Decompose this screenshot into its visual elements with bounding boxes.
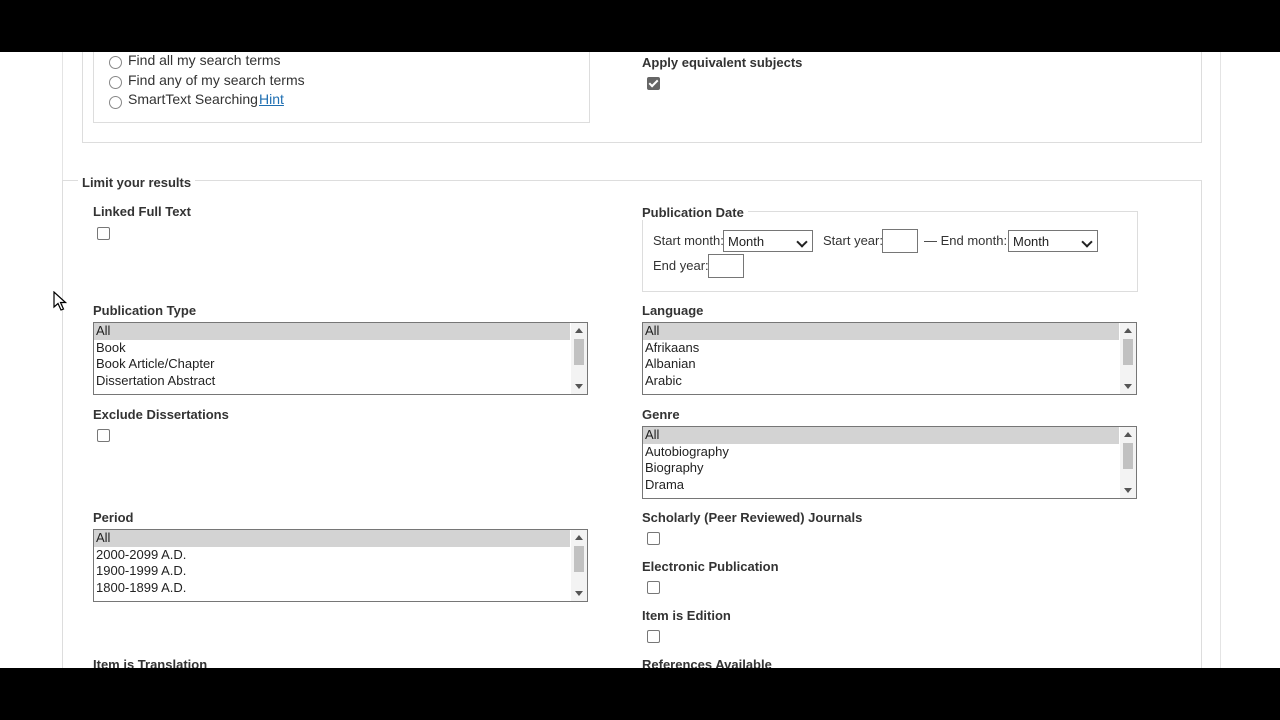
apply-equivalent-checkbox[interactable] [647, 77, 660, 90]
list-option[interactable]: All [94, 530, 570, 547]
genre-listbox[interactable]: All Autobiography Biography Drama [642, 426, 1137, 499]
scroll-thumb[interactable] [1123, 443, 1133, 469]
language-label: Language [642, 303, 704, 318]
item-is-edition-label: Item is Edition [642, 608, 731, 623]
scroll-up-icon[interactable] [1124, 432, 1132, 437]
language-listbox[interactable]: All Afrikaans Albanian Arabic [642, 322, 1137, 395]
scholarly-label: Scholarly (Peer Reviewed) Journals [642, 510, 863, 525]
find-any-label: Find any of my search terms [128, 72, 305, 88]
list-option[interactable]: Arabic [643, 373, 1136, 390]
chevron-down-icon [796, 236, 808, 248]
list-option[interactable]: Biography [643, 460, 1136, 477]
exclude-dissertations-label: Exclude Dissertations [93, 407, 229, 422]
chevron-down-icon [1081, 236, 1093, 248]
linked-full-text-label: Linked Full Text [93, 204, 191, 219]
apply-equivalent-label: Apply equivalent subjects [642, 55, 803, 70]
end-year-label: End year: [653, 258, 709, 273]
list-option[interactable]: 2000-2099 A.D. [94, 547, 587, 564]
list-option[interactable]: Book [94, 340, 587, 357]
scroll-down-icon[interactable] [1124, 488, 1132, 493]
end-year-input[interactable] [708, 254, 744, 278]
end-month-value: Month [1013, 234, 1050, 249]
list-option[interactable]: All [643, 427, 1119, 444]
search-form-page: Find all my search terms Find any of my … [0, 52, 1280, 668]
period-label: Period [93, 510, 134, 525]
list-option[interactable]: All [643, 323, 1119, 340]
list-option[interactable]: 1900-1999 A.D. [94, 563, 587, 580]
item-is-translation-label: Item is Translation [93, 657, 208, 668]
start-year-label: Start year: [823, 233, 883, 248]
list-option[interactable]: Albanian [643, 356, 1136, 373]
list-option[interactable]: All [94, 323, 570, 340]
limits-legend: Limit your results [78, 175, 196, 190]
references-available-label: References Available [642, 657, 772, 668]
end-month-select[interactable]: Month [1008, 230, 1098, 252]
list-option[interactable]: Book Article/Chapter [94, 356, 587, 373]
start-year-input[interactable] [882, 229, 918, 253]
start-month-label: Start month: [653, 233, 724, 248]
scroll-up-icon[interactable] [575, 328, 583, 333]
content-border-right [1220, 52, 1221, 668]
mouse-pointer-icon [53, 291, 67, 311]
end-month-label: — End month: [924, 233, 1008, 248]
list-option[interactable]: Autobiography [643, 444, 1136, 461]
list-option[interactable]: Dissertation Abstract [94, 373, 587, 390]
hint-link[interactable]: Hint [259, 91, 284, 107]
linked-full-text-checkbox[interactable] [97, 227, 110, 240]
genre-label: Genre [642, 407, 680, 422]
scroll-down-icon[interactable] [575, 591, 583, 596]
electronic-publication-label: Electronic Publication [642, 559, 779, 574]
scroll-down-icon[interactable] [1124, 384, 1132, 389]
start-month-value: Month [728, 234, 765, 249]
listbox-scrollbar[interactable] [571, 323, 587, 394]
scholarly-checkbox[interactable] [647, 532, 660, 545]
scroll-thumb[interactable] [574, 339, 584, 365]
start-month-select[interactable]: Month [723, 230, 813, 252]
electronic-publication-checkbox[interactable] [647, 581, 660, 594]
publication-type-listbox[interactable]: All Book Book Article/Chapter Dissertati… [93, 322, 588, 395]
find-any-radio[interactable] [109, 76, 122, 89]
list-option[interactable]: 1800-1899 A.D. [94, 580, 587, 597]
publication-type-label: Publication Type [93, 303, 197, 318]
listbox-scrollbar[interactable] [1120, 427, 1136, 498]
scroll-up-icon[interactable] [575, 535, 583, 540]
scroll-up-icon[interactable] [1124, 328, 1132, 333]
item-is-edition-checkbox[interactable] [647, 630, 660, 643]
find-all-radio[interactable] [109, 56, 122, 69]
list-option[interactable]: Drama [643, 477, 1136, 494]
find-all-label: Find all my search terms [128, 52, 281, 68]
smarttext-label: SmartText Searching [128, 91, 258, 107]
listbox-scrollbar[interactable] [1120, 323, 1136, 394]
publication-date-legend: Publication Date [638, 205, 748, 220]
exclude-dissertations-checkbox[interactable] [97, 429, 110, 442]
period-listbox[interactable]: All 2000-2099 A.D. 1900-1999 A.D. 1800-1… [93, 529, 588, 602]
listbox-scrollbar[interactable] [571, 530, 587, 601]
list-option[interactable]: Afrikaans [643, 340, 1136, 357]
scroll-thumb[interactable] [574, 546, 584, 572]
scroll-down-icon[interactable] [575, 384, 583, 389]
smarttext-radio[interactable] [109, 96, 122, 109]
scroll-thumb[interactable] [1123, 339, 1133, 365]
